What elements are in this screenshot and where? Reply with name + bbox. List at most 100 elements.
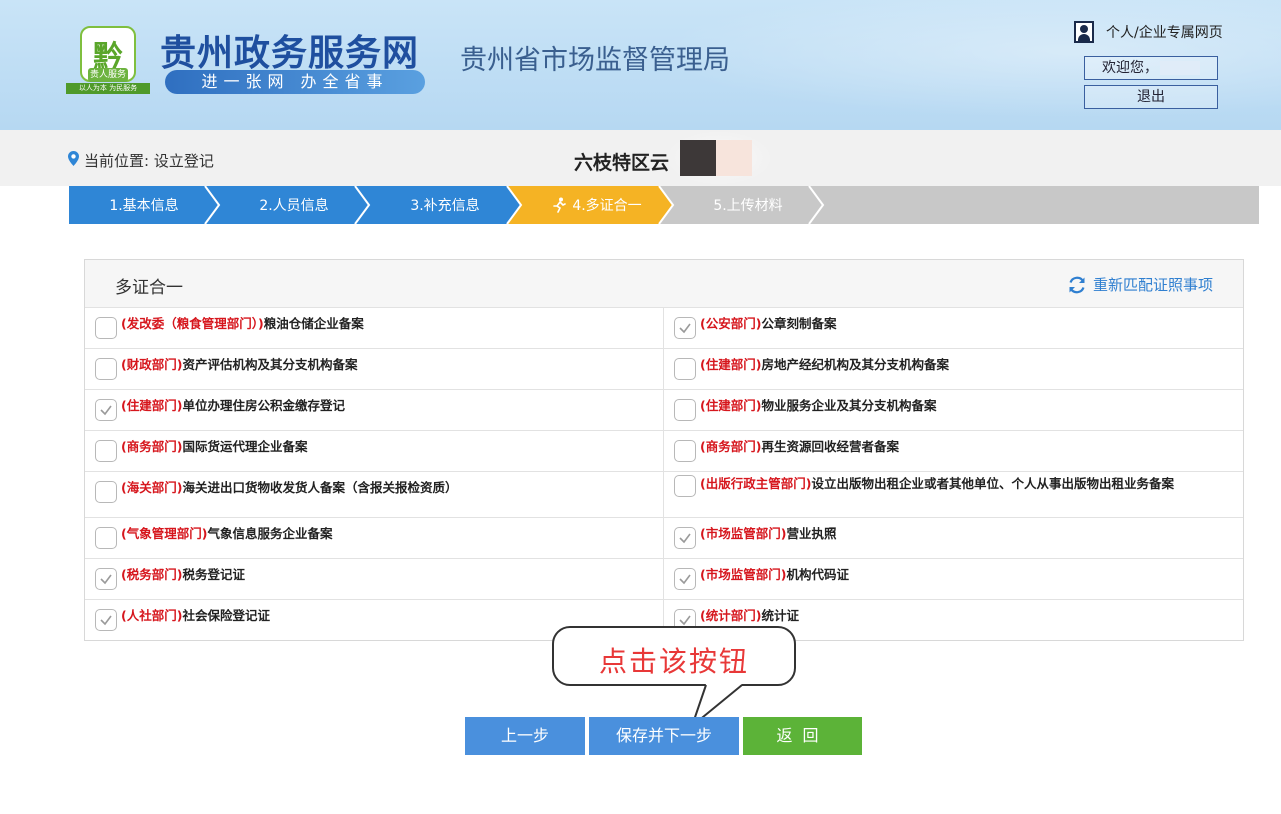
department-label: (住建部门) <box>700 398 762 413</box>
step-upload-materials[interactable]: 5.上传材料 <box>673 186 823 224</box>
site-logo[interactable]: 黔 贵人服务 以人为本 为民服务 <box>66 26 150 94</box>
certificate-item[interactable]: (公安部门)公章刻制备案 <box>664 308 1243 348</box>
user-page-link[interactable]: 个人/企业专属网页 <box>1106 22 1223 42</box>
checkbox-unchecked[interactable] <box>95 527 117 549</box>
certificate-name: 房地产经纪机构及其分支机构备案 <box>761 357 949 372</box>
panel-header: 多证合一 重新匹配证照事项 <box>85 260 1243 308</box>
certificate-item[interactable]: (住建部门)单位办理住房公积金缴存登记 <box>85 390 664 430</box>
step-label: 2.人员信息 <box>259 198 329 214</box>
checkbox-unchecked[interactable] <box>95 317 117 339</box>
checkbox-checked[interactable] <box>95 568 117 590</box>
department-label: (税务部门) <box>121 567 183 582</box>
logout-button[interactable]: 退出 <box>1084 85 1218 109</box>
location-bar: 当前位置: 设立登记 六枝特区云 <box>0 130 1281 186</box>
certificate-label: (住建部门)物业服务企业及其分支机构备案 <box>700 397 936 415</box>
certificate-label: (人社部门)社会保险登记证 <box>121 607 270 625</box>
department-label: (出版行政主管部门) <box>700 476 812 491</box>
certificate-label: (统计部门)统计证 <box>700 607 799 625</box>
logo-square: 黔 贵人服务 <box>80 26 136 82</box>
certificate-item[interactable]: (发改委（粮食管理部门）)粮油仓储企业备案 <box>85 308 664 348</box>
certificate-item[interactable]: (财政部门)资产评估机构及其分支机构备案 <box>85 349 664 389</box>
runner-icon <box>553 197 567 213</box>
checkbox-unchecked[interactable] <box>674 399 696 421</box>
check-icon <box>679 574 691 585</box>
certificate-name: 税务登记证 <box>182 567 245 582</box>
table-row: (商务部门)国际货运代理企业备案 (商务部门)再生资源回收经营者备案 <box>85 431 1243 472</box>
rematch-button[interactable]: 重新匹配证照事项 <box>1067 274 1213 295</box>
step-personnel-info[interactable]: 2.人员信息 <box>219 186 369 224</box>
certificate-label: (气象管理部门)气象信息服务企业备案 <box>121 525 332 543</box>
checkbox-checked[interactable] <box>674 527 696 549</box>
department-label: (商务部门) <box>121 439 183 454</box>
table-row: (税务部门)税务登记证 (市场监管部门)机构代码证 <box>85 559 1243 600</box>
user-icon <box>1074 21 1094 43</box>
step-label: 4.多证合一 <box>572 198 642 214</box>
check-icon <box>100 615 112 626</box>
certificate-label: (商务部门)国际货运代理企业备案 <box>121 438 307 456</box>
certificate-name: 物业服务企业及其分支机构备案 <box>761 398 937 413</box>
panel-title: 多证合一 <box>115 278 183 298</box>
multi-certificate-panel: 多证合一 重新匹配证照事项 (发改委（粮食管理部门）)粮油仓储企业备案 (公安部门… <box>84 259 1244 641</box>
check-icon <box>100 574 112 585</box>
certificate-name: 统计证 <box>761 608 799 623</box>
certificate-label: (发改委（粮食管理部门）)粮油仓储企业备案 <box>121 315 364 333</box>
step-multi-certificate[interactable]: 4.多证合一 <box>521 186 673 224</box>
redaction-block <box>716 140 752 176</box>
certificate-item[interactable]: (商务部门)再生资源回收经营者备案 <box>664 431 1243 471</box>
department-label: (发改委（粮食管理部门）) <box>121 316 264 331</box>
certificate-item[interactable]: (税务部门)税务登记证 <box>85 559 664 599</box>
save-next-button[interactable]: 保存并下一步 <box>589 717 739 755</box>
certificate-name: 国际货运代理企业备案 <box>182 439 308 454</box>
certificate-name: 营业执照 <box>786 526 837 541</box>
department-label: (人社部门) <box>121 608 183 623</box>
checkbox-checked[interactable] <box>674 568 696 590</box>
username-redacted <box>1160 61 1200 75</box>
checkbox-unchecked[interactable] <box>95 358 117 380</box>
logo-slogan: 以人为本 为民服务 <box>66 83 150 94</box>
step-supplementary-info[interactable]: 3.补充信息 <box>369 186 521 224</box>
progress-steps: 1.基本信息 2.人员信息 3.补充信息 4.多证合一 5.上传材料 <box>69 186 1259 224</box>
table-row: (发改委（粮食管理部门）)粮油仓储企业备案 (公安部门)公章刻制备案 <box>85 308 1243 349</box>
certificate-item[interactable]: (气象管理部门)气象信息服务企业备案 <box>85 518 664 558</box>
certificate-item[interactable]: (市场监管部门)营业执照 <box>664 518 1243 558</box>
checkbox-unchecked[interactable] <box>674 440 696 462</box>
checkbox-checked[interactable] <box>95 399 117 421</box>
table-row: (海关部门)海关进出口货物收发货人备案（含报关报检资质） (出版行政主管部门)设立… <box>85 472 1243 518</box>
checkbox-unchecked[interactable] <box>95 440 117 462</box>
certificate-item[interactable]: (出版行政主管部门)设立出版物出租企业或者其他单位、个人从事出版物出租业务备案 <box>664 472 1243 517</box>
certificate-label: (住建部门)单位办理住房公积金缴存登记 <box>121 397 345 415</box>
certificate-name: 海关进出口货物收发货人备案（含报关报检资质） <box>182 480 458 495</box>
checkbox-unchecked[interactable] <box>95 481 117 503</box>
bureau-name: 贵州省市场监督管理局 <box>460 45 730 76</box>
redaction-block <box>680 140 716 176</box>
department-label: (公安部门) <box>700 316 762 331</box>
step-basic-info[interactable]: 1.基本信息 <box>69 186 219 224</box>
certificate-grid: (发改委（粮食管理部门）)粮油仓储企业备案 (公安部门)公章刻制备案 (财政部门)资… <box>85 308 1243 640</box>
table-row: (住建部门)单位办理住房公积金缴存登记 (住建部门)物业服务企业及其分支机构备案 <box>85 390 1243 431</box>
department-label: (住建部门) <box>700 357 762 372</box>
certificate-label: (商务部门)再生资源回收经营者备案 <box>700 438 899 456</box>
user-area: 个人/企业专属网页 欢迎您， 退出 <box>1074 20 1244 109</box>
step-label: 5.上传材料 <box>713 198 783 214</box>
certificate-item[interactable]: (住建部门)房地产经纪机构及其分支机构备案 <box>664 349 1243 389</box>
checkbox-unchecked[interactable] <box>674 358 696 380</box>
certificate-item[interactable]: (住建部门)物业服务企业及其分支机构备案 <box>664 390 1243 430</box>
certificate-name: 社会保险登记证 <box>182 608 270 623</box>
welcome-text: 欢迎您， <box>1102 60 1158 76</box>
certificate-item[interactable]: (海关部门)海关进出口货物收发货人备案（含报关报检资质） <box>85 472 664 517</box>
certificate-label: (市场监管部门)营业执照 <box>700 525 836 543</box>
check-icon <box>679 615 691 626</box>
site-slogan: 进一张网 办全省事 <box>165 70 425 94</box>
certificate-item[interactable]: (商务部门)国际货运代理企业备案 <box>85 431 664 471</box>
checkbox-checked[interactable] <box>95 609 117 631</box>
certificate-name: 再生资源回收经营者备案 <box>761 439 899 454</box>
step-label: 3.补充信息 <box>410 198 480 214</box>
user-page-row[interactable]: 个人/企业专属网页 <box>1074 20 1244 44</box>
checkbox-checked[interactable] <box>674 317 696 339</box>
prev-step-button[interactable]: 上一步 <box>465 717 585 755</box>
table-row: (气象管理部门)气象信息服务企业备案 (市场监管部门)营业执照 <box>85 518 1243 559</box>
back-button[interactable]: 返回 <box>743 717 862 755</box>
check-icon <box>679 533 691 544</box>
rematch-label: 重新匹配证照事项 <box>1092 276 1213 294</box>
certificate-item[interactable]: (市场监管部门)机构代码证 <box>664 559 1243 599</box>
